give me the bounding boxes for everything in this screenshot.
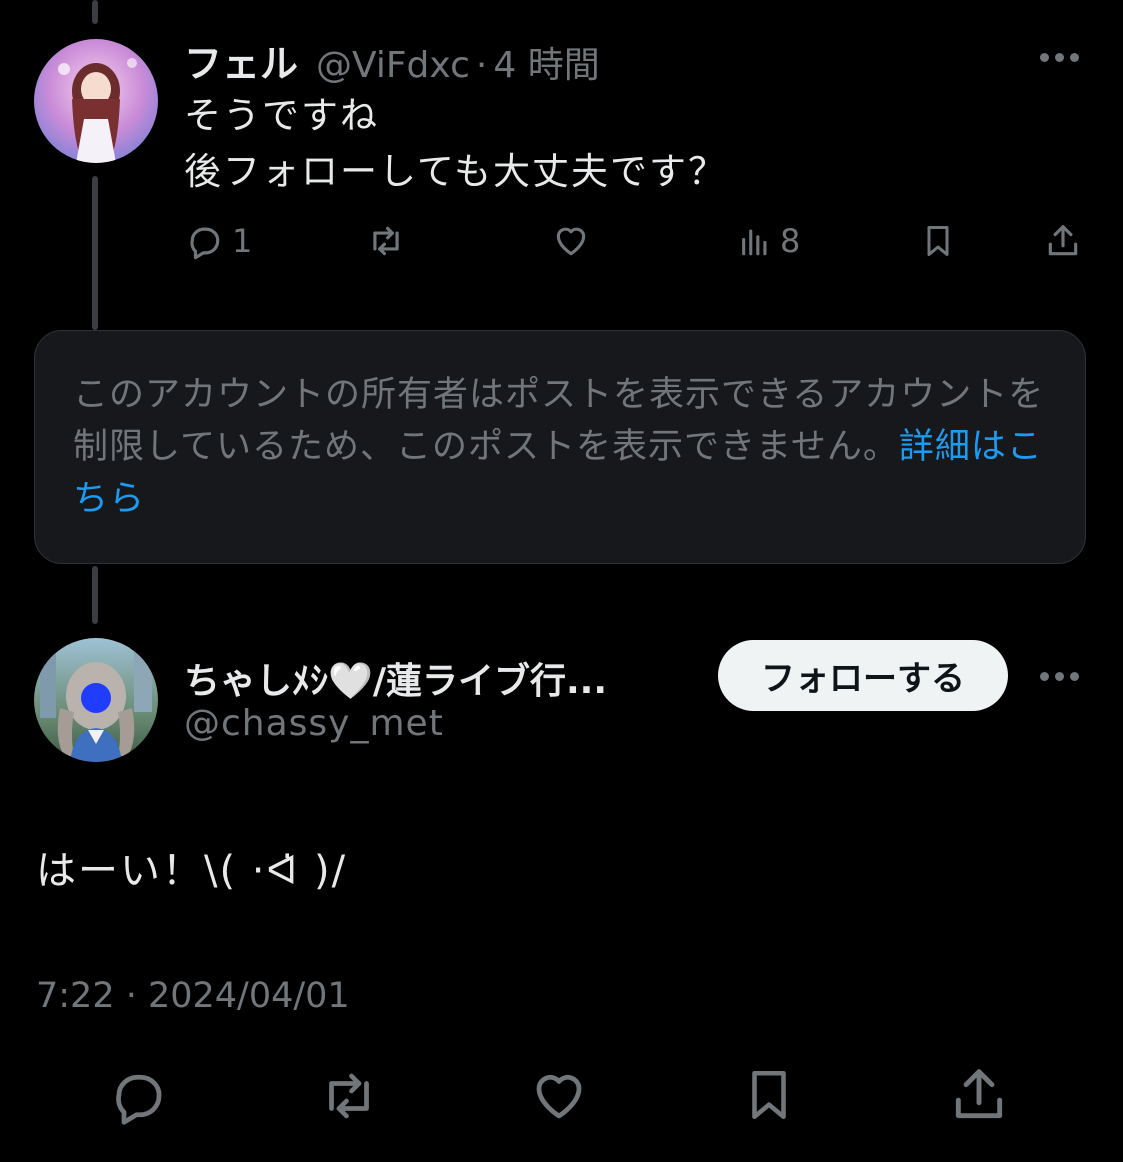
reply-icon [116,1074,162,1125]
restricted-post-notice: このアカウントの所有者はポストを表示できるアカウントを制限しているため、このポス… [34,330,1086,564]
parent-more-icon[interactable] [1040,53,1079,62]
views-icon [738,222,772,260]
parent-views-button[interactable]: 8 [738,222,800,260]
main-post-timestamp[interactable]: 7:22 · 2024/04/01 [36,976,350,1016]
parent-text-line1: そうですね [184,94,379,137]
parent-display-name[interactable]: フェル [184,33,298,88]
parent-reply-count: 1 [232,222,253,260]
like-icon [536,1074,582,1119]
repost-icon [373,226,399,256]
parent-post-header: フェル @ViFdxc · 4 時間 [184,33,600,86]
thread-line-bottom [92,566,98,624]
avatar-main-post[interactable] [34,638,158,762]
thread-line-middle [92,176,98,330]
main-like-button[interactable] [528,1066,590,1126]
parent-like-button[interactable] [552,222,590,260]
bookmark-icon [927,226,949,256]
main-repost-button[interactable] [316,1066,382,1126]
main-share-button[interactable] [948,1064,1010,1126]
parent-views-count: 8 [780,222,801,260]
parent-share-button[interactable] [1044,222,1082,260]
bookmark-icon [752,1070,786,1120]
parent-separator: · [475,45,488,86]
main-reply-button[interactable] [108,1066,170,1126]
share-icon [1048,225,1078,256]
main-handle[interactable]: @chassy_met [184,703,444,744]
parent-bookmark-button[interactable] [920,222,956,260]
repost-icon [329,1073,369,1119]
parent-time-ago[interactable]: 4 時間 [493,36,599,88]
parent-post-text: そうですね 後フォローしても大丈夫です？ [184,88,727,200]
reply-icon [186,222,224,260]
parent-repost-button[interactable] [366,222,406,260]
like-icon [556,227,586,256]
follow-button[interactable]: フォローする [718,640,1008,711]
parent-handle[interactable]: @ViFdxc [316,45,470,86]
main-display-name[interactable]: ちゃしﾒｼ🤍/蓮ライブ行... [184,652,684,704]
share-icon [955,1069,1003,1119]
main-post-text: はーい！\( ·ᐊ̇ )/ [36,848,348,894]
parent-reply-button[interactable]: 1 [186,222,252,260]
main-bookmark-button[interactable] [740,1064,798,1126]
parent-text-line2: 後フォローしても大丈夫です？ [184,150,728,193]
thread-line-top [92,0,98,24]
avatar-parent-post[interactable] [34,39,158,163]
main-more-icon[interactable] [1040,672,1079,681]
